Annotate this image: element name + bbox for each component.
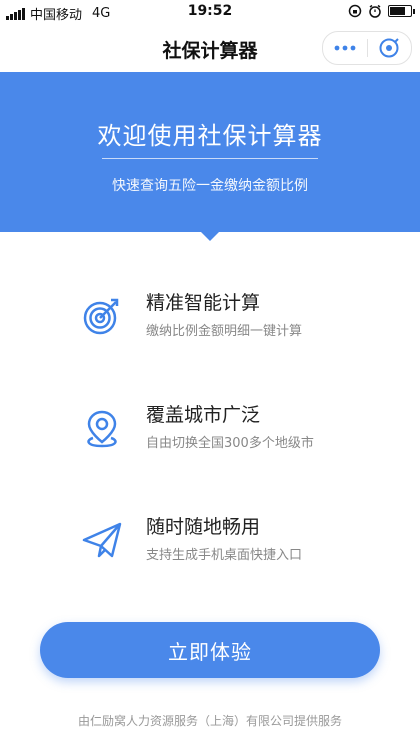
feature-item-accurate: 精准智能计算 缴纳比例金额明细一键计算: [80, 288, 400, 348]
status-right: [348, 4, 415, 18]
hero-banner: 欢迎使用社保计算器 快速查询五险一金缴纳金额比例: [0, 72, 420, 232]
hero-notch: [201, 232, 219, 241]
more-dots-icon: [334, 45, 356, 51]
feature-item-coverage: 覆盖城市广泛 自由切换全国300多个地级市: [80, 400, 400, 460]
hero-title: 欢迎使用社保计算器: [97, 122, 323, 150]
more-button[interactable]: [323, 32, 367, 64]
status-bar: 中国移动 4G 19:52: [0, 0, 420, 24]
hero-divider: [102, 158, 318, 159]
battery-fill: [390, 7, 405, 15]
start-button[interactable]: 立即体验: [40, 622, 380, 678]
rotation-lock-icon: [348, 4, 362, 18]
close-circle-icon: [379, 38, 399, 58]
feature-title: 精准智能计算: [146, 292, 261, 314]
footer-provider-text: 由仁励窝人力资源服务（上海）有限公司提供服务: [77, 714, 342, 728]
feature-item-anytime: 随时随地畅用 支持生成手机桌面快捷入口: [80, 512, 400, 572]
nav-bar: 社保计算器: [0, 24, 420, 72]
battery-icon: [388, 5, 415, 17]
feature-subtitle: 自由切换全国300多个地级市: [146, 436, 314, 451]
feature-subtitle: 缴纳比例金额明细一键计算: [146, 324, 303, 339]
location-pin-icon: [87, 410, 117, 448]
feature-subtitle: 支持生成手机桌面快捷入口: [146, 548, 303, 563]
feature-title: 覆盖城市广泛: [146, 404, 261, 426]
target-icon: [83, 298, 119, 335]
alarm-icon: [369, 4, 381, 18]
close-button[interactable]: [368, 32, 412, 64]
paper-plane-icon: [82, 522, 122, 558]
hero-subtitle: 快速查询五险一金缴纳金额比例: [112, 178, 308, 194]
miniprogram-capsule: [322, 31, 412, 65]
feature-title: 随时随地畅用: [146, 516, 261, 538]
